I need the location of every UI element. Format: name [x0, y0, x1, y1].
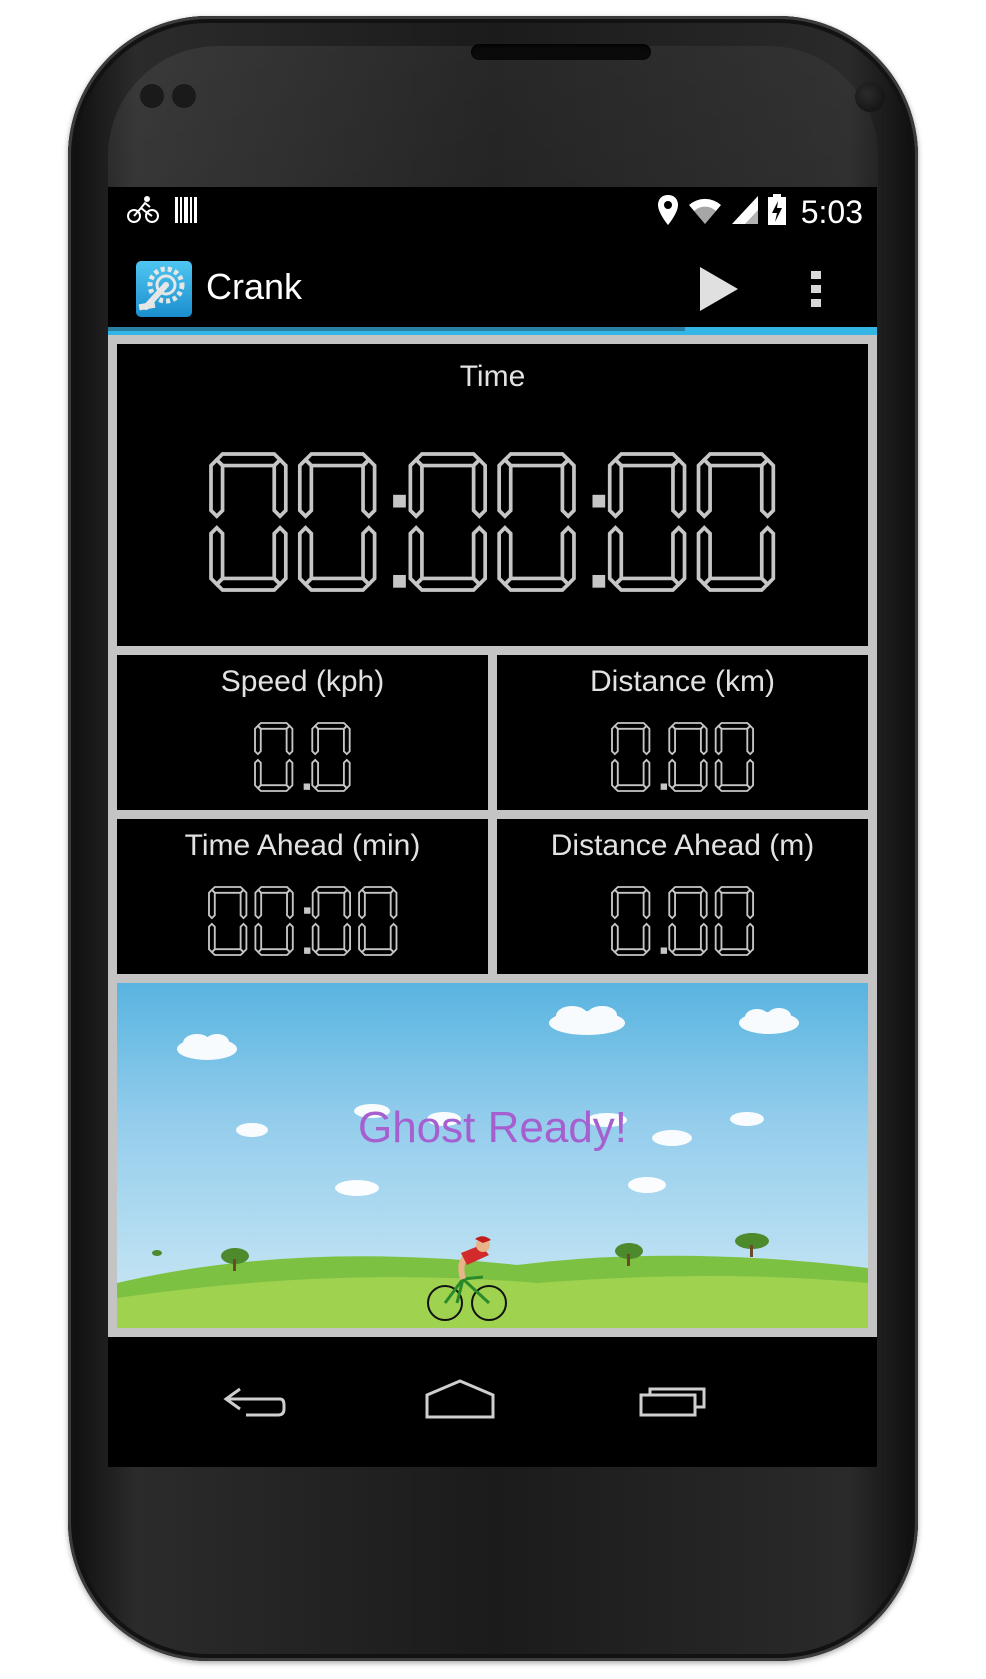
navigation-bar	[108, 1337, 877, 1467]
digit-0	[667, 886, 708, 956]
distance-label: Distance (km)	[589, 665, 776, 698]
proximity-sensor	[140, 84, 164, 108]
status-bar: 5:03	[108, 187, 877, 237]
decimal-point	[660, 947, 667, 954]
distance-readout	[497, 721, 868, 793]
progress-bar	[108, 327, 685, 331]
distance-ahead-readout	[497, 885, 868, 957]
digit-0	[254, 722, 294, 792]
dashboard: Time Speed (kph) Distance (km) Time Ahea…	[108, 335, 877, 1337]
ghost-status-text: Ghost Ready!	[357, 1103, 628, 1152]
cyclist-icon	[126, 195, 160, 229]
digit-0	[408, 452, 488, 592]
signal-icon	[731, 195, 759, 229]
scenery	[117, 1006, 868, 1328]
time-ahead-label: Time Ahead (min)	[184, 829, 421, 862]
digit-0	[253, 886, 294, 956]
colon-separator	[592, 494, 606, 588]
back-button[interactable]	[218, 1367, 288, 1437]
time-ahead-readout	[117, 885, 488, 957]
clouds	[177, 1006, 799, 1196]
digit-0	[209, 452, 288, 592]
time-ahead-value	[207, 886, 397, 956]
battery-charging-icon	[767, 194, 787, 230]
wifi-icon	[687, 195, 723, 229]
digit-0	[311, 722, 351, 792]
distance-ahead-value	[610, 886, 754, 956]
app-logo-icon[interactable]	[136, 261, 192, 317]
digit-0	[297, 452, 377, 592]
location-icon	[657, 194, 679, 230]
distance-value	[610, 722, 754, 792]
distance-ahead-label: Distance Ahead (m)	[550, 829, 815, 862]
digit-0	[207, 886, 247, 956]
decimal-point	[660, 783, 667, 790]
status-clock: 5:03	[800, 193, 863, 230]
time-ahead-panel: Time Ahead (min)	[117, 819, 488, 974]
distance-panel: Distance (km)	[497, 655, 868, 810]
digit-0	[357, 886, 397, 956]
time-label: Time	[459, 360, 526, 393]
speed-panel: Speed (kph)	[117, 655, 488, 810]
time-value	[209, 452, 776, 592]
ghost-scene[interactable]: Ghost Ready!	[117, 983, 868, 1328]
back-icon	[223, 1387, 286, 1417]
digit-0	[714, 722, 754, 792]
app-title: Crank	[206, 266, 303, 307]
digit-0	[497, 452, 576, 592]
speed-label: Speed (kph)	[220, 665, 385, 698]
distance-ahead-panel: Distance Ahead (m)	[497, 819, 868, 974]
speed-value	[254, 722, 351, 792]
colon-separator	[393, 494, 406, 588]
recent-apps-icon	[639, 1387, 706, 1417]
digit-0	[311, 886, 351, 956]
earpiece-speaker	[471, 44, 651, 60]
decimal-point	[303, 783, 311, 790]
light-sensor	[172, 84, 196, 108]
time-readout	[117, 452, 868, 592]
speed-readout	[117, 721, 488, 793]
digit-0	[714, 886, 754, 956]
digit-0	[610, 722, 650, 792]
digit-0	[610, 886, 650, 956]
recent-apps-button[interactable]	[638, 1367, 708, 1437]
screen: 5:03 Crank Time Speed (kph) Distance (km…	[108, 187, 877, 1467]
action-bar: Crank	[108, 237, 877, 327]
overflow-menu-button[interactable]	[796, 259, 836, 319]
digit-0	[667, 722, 708, 792]
colon-separator	[303, 907, 310, 954]
play-icon	[700, 267, 738, 311]
digit-0	[607, 452, 687, 592]
front-camera	[855, 82, 885, 112]
time-panel: Time	[117, 344, 868, 646]
home-button[interactable]	[424, 1367, 496, 1437]
overflow-menu-icon	[811, 271, 821, 307]
home-icon	[425, 1379, 495, 1419]
barcode-icon	[174, 196, 198, 228]
play-button[interactable]	[688, 259, 748, 319]
digit-0	[696, 452, 776, 592]
